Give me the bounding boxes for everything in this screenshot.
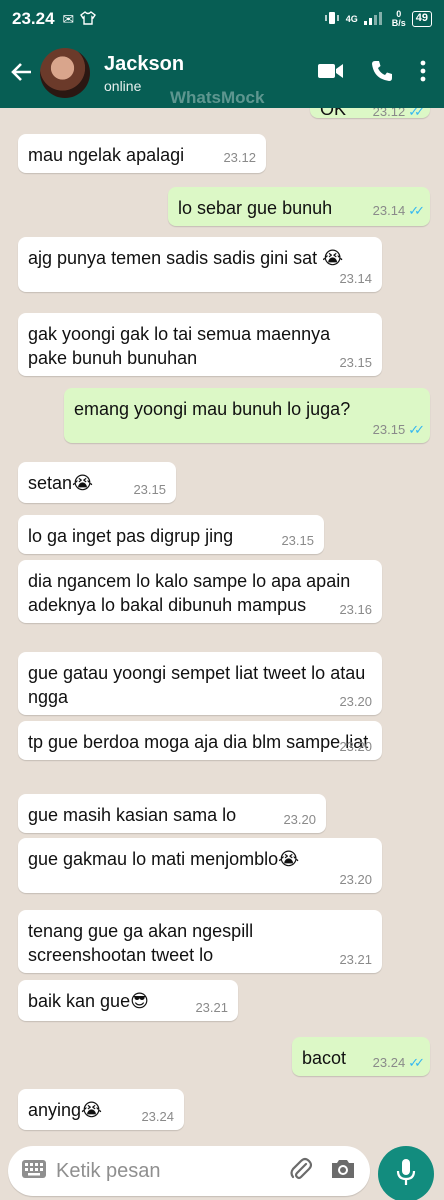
camera-icon[interactable] (330, 1158, 356, 1185)
message-bubble[interactable]: tp gue berdoa moga aja dia blm sampe lia… (18, 721, 382, 760)
message-input[interactable]: Ketik pesan (8, 1146, 370, 1196)
message-time: 23.12 (372, 108, 406, 119)
message-text: ajg punya temen sadis sadis gini sat 😭 (28, 248, 344, 268)
video-call-icon[interactable] (318, 62, 344, 85)
read-ticks-icon: ✓✓ (408, 1055, 425, 1070)
message-bubble[interactable]: gak yoongi gak lo tai semua maennya pake… (18, 313, 382, 376)
message-time: 23.20 (339, 872, 372, 887)
message-time: 23.15 (339, 355, 372, 370)
message-text: baik kan gue😎 (28, 991, 149, 1011)
message-bubble[interactable]: lo ga inget pas digrup jing 23.15 (18, 515, 324, 554)
message-time: 23.14 (339, 271, 372, 286)
message-bubble[interactable]: baik kan gue😎 23.21 (18, 980, 238, 1021)
message-time: 23.21 (339, 952, 372, 967)
message-bubble[interactable]: OK 23.12 ✓✓ (310, 108, 430, 119)
message-time: 23.20 (339, 694, 372, 709)
signal-icon (363, 11, 386, 28)
avatar[interactable] (40, 48, 90, 98)
message-bubble[interactable]: setan😭 23.15 (18, 462, 176, 503)
mic-icon (396, 1158, 416, 1191)
message-text: lo ga inget pas digrup jing (28, 526, 234, 546)
message-time: 23.15 (281, 533, 314, 548)
read-ticks-icon: ✓✓ (408, 108, 425, 119)
read-ticks-icon: ✓✓ (408, 203, 425, 218)
message-time: 23.15 (133, 482, 166, 497)
contact-status: online (104, 77, 142, 94)
message-text: emang yoongi mau bunuh lo juga? (74, 399, 351, 419)
phone-call-icon[interactable] (370, 59, 394, 88)
mic-button[interactable] (378, 1146, 434, 1200)
contact-name: Jackson (104, 52, 185, 75)
message-time: 23.24 (141, 1109, 174, 1124)
message-text: lo sebar gue bunuh (178, 198, 333, 218)
message-text: gue gakmau lo mati menjomblo😭 (28, 849, 300, 869)
message-bubble[interactable]: emang yoongi mau bunuh lo juga? 23.15 ✓✓ (64, 388, 430, 443)
message-bubble[interactable]: tenang gue ga akan ngespill screenshoota… (18, 910, 382, 973)
message-bubble[interactable]: gue gakmau lo mati menjomblo😭 23.20 (18, 838, 382, 893)
message-text: bacot (302, 1048, 347, 1068)
shirt-icon (80, 10, 97, 28)
message-notification-icon: ✉ (62, 10, 75, 27)
message-time: 23.14 (372, 203, 406, 218)
message-text: gue masih kasian sama lo (28, 805, 237, 825)
message-time: 23.16 (339, 602, 372, 617)
message-time: 23.12 (223, 150, 256, 165)
contact-info[interactable]: Jackson online (104, 53, 318, 94)
message-input-placeholder: Ketik pesan (56, 1159, 161, 1182)
status-time: 23.24 (12, 9, 55, 28)
message-bubble[interactable]: ajg punya temen sadis sadis gini sat 😭 2… (18, 237, 382, 292)
message-text: setan😭 (28, 473, 94, 493)
keyboard-icon[interactable] (22, 1159, 46, 1183)
network-type: 4G (345, 14, 358, 24)
composer: Ketik pesan (0, 1146, 444, 1200)
battery-icon: 49 (411, 11, 432, 27)
message-list[interactable]: OK 23.12 ✓✓ mau ngelak apalagi 23.12 lo s… (0, 108, 444, 1140)
message-bubble[interactable]: mau ngelak apalagi 23.12 (18, 134, 266, 173)
read-ticks-icon: ✓✓ (408, 422, 425, 437)
message-time: 23.15 (372, 422, 406, 437)
status-bar: 23.24 ✉ 4G 0 B/s 49 (0, 0, 444, 38)
net-speed: 0 B/s (392, 10, 406, 28)
message-bubble[interactable]: gue gatau yoongi sempet liat tweet lo at… (18, 652, 382, 715)
message-text: mau ngelak apalagi (28, 145, 185, 165)
message-text: dia ngancem lo kalo sampe lo apa apain a… (28, 571, 351, 615)
more-options-icon[interactable] (420, 60, 426, 87)
message-bubble[interactable]: anying😭 23.24 (18, 1089, 184, 1130)
message-time: 23.20 (339, 739, 372, 754)
message-text: OK (320, 108, 347, 119)
back-arrow-icon[interactable] (4, 58, 40, 89)
net-speed-unit: B/s (391, 18, 406, 28)
message-time: 23.24 (372, 1055, 406, 1070)
message-bubble[interactable]: gue masih kasian sama lo 23.20 (18, 794, 326, 833)
message-bubble[interactable]: bacot 23.24 ✓✓ (292, 1037, 430, 1076)
chat-header: Jackson online WhatsMock (0, 38, 444, 108)
message-time: 23.20 (283, 812, 316, 827)
attach-icon[interactable] (290, 1156, 313, 1187)
message-time: 23.21 (195, 1000, 228, 1015)
message-text: anying😭 (28, 1100, 103, 1120)
vibrate-icon (324, 11, 340, 28)
message-text: tp gue berdoa moga aja dia blm sampe lia… (28, 732, 369, 752)
message-bubble[interactable]: dia ngancem lo kalo sampe lo apa apain a… (18, 560, 382, 623)
message-bubble[interactable]: lo sebar gue bunuh 23.14 ✓✓ (168, 187, 430, 226)
